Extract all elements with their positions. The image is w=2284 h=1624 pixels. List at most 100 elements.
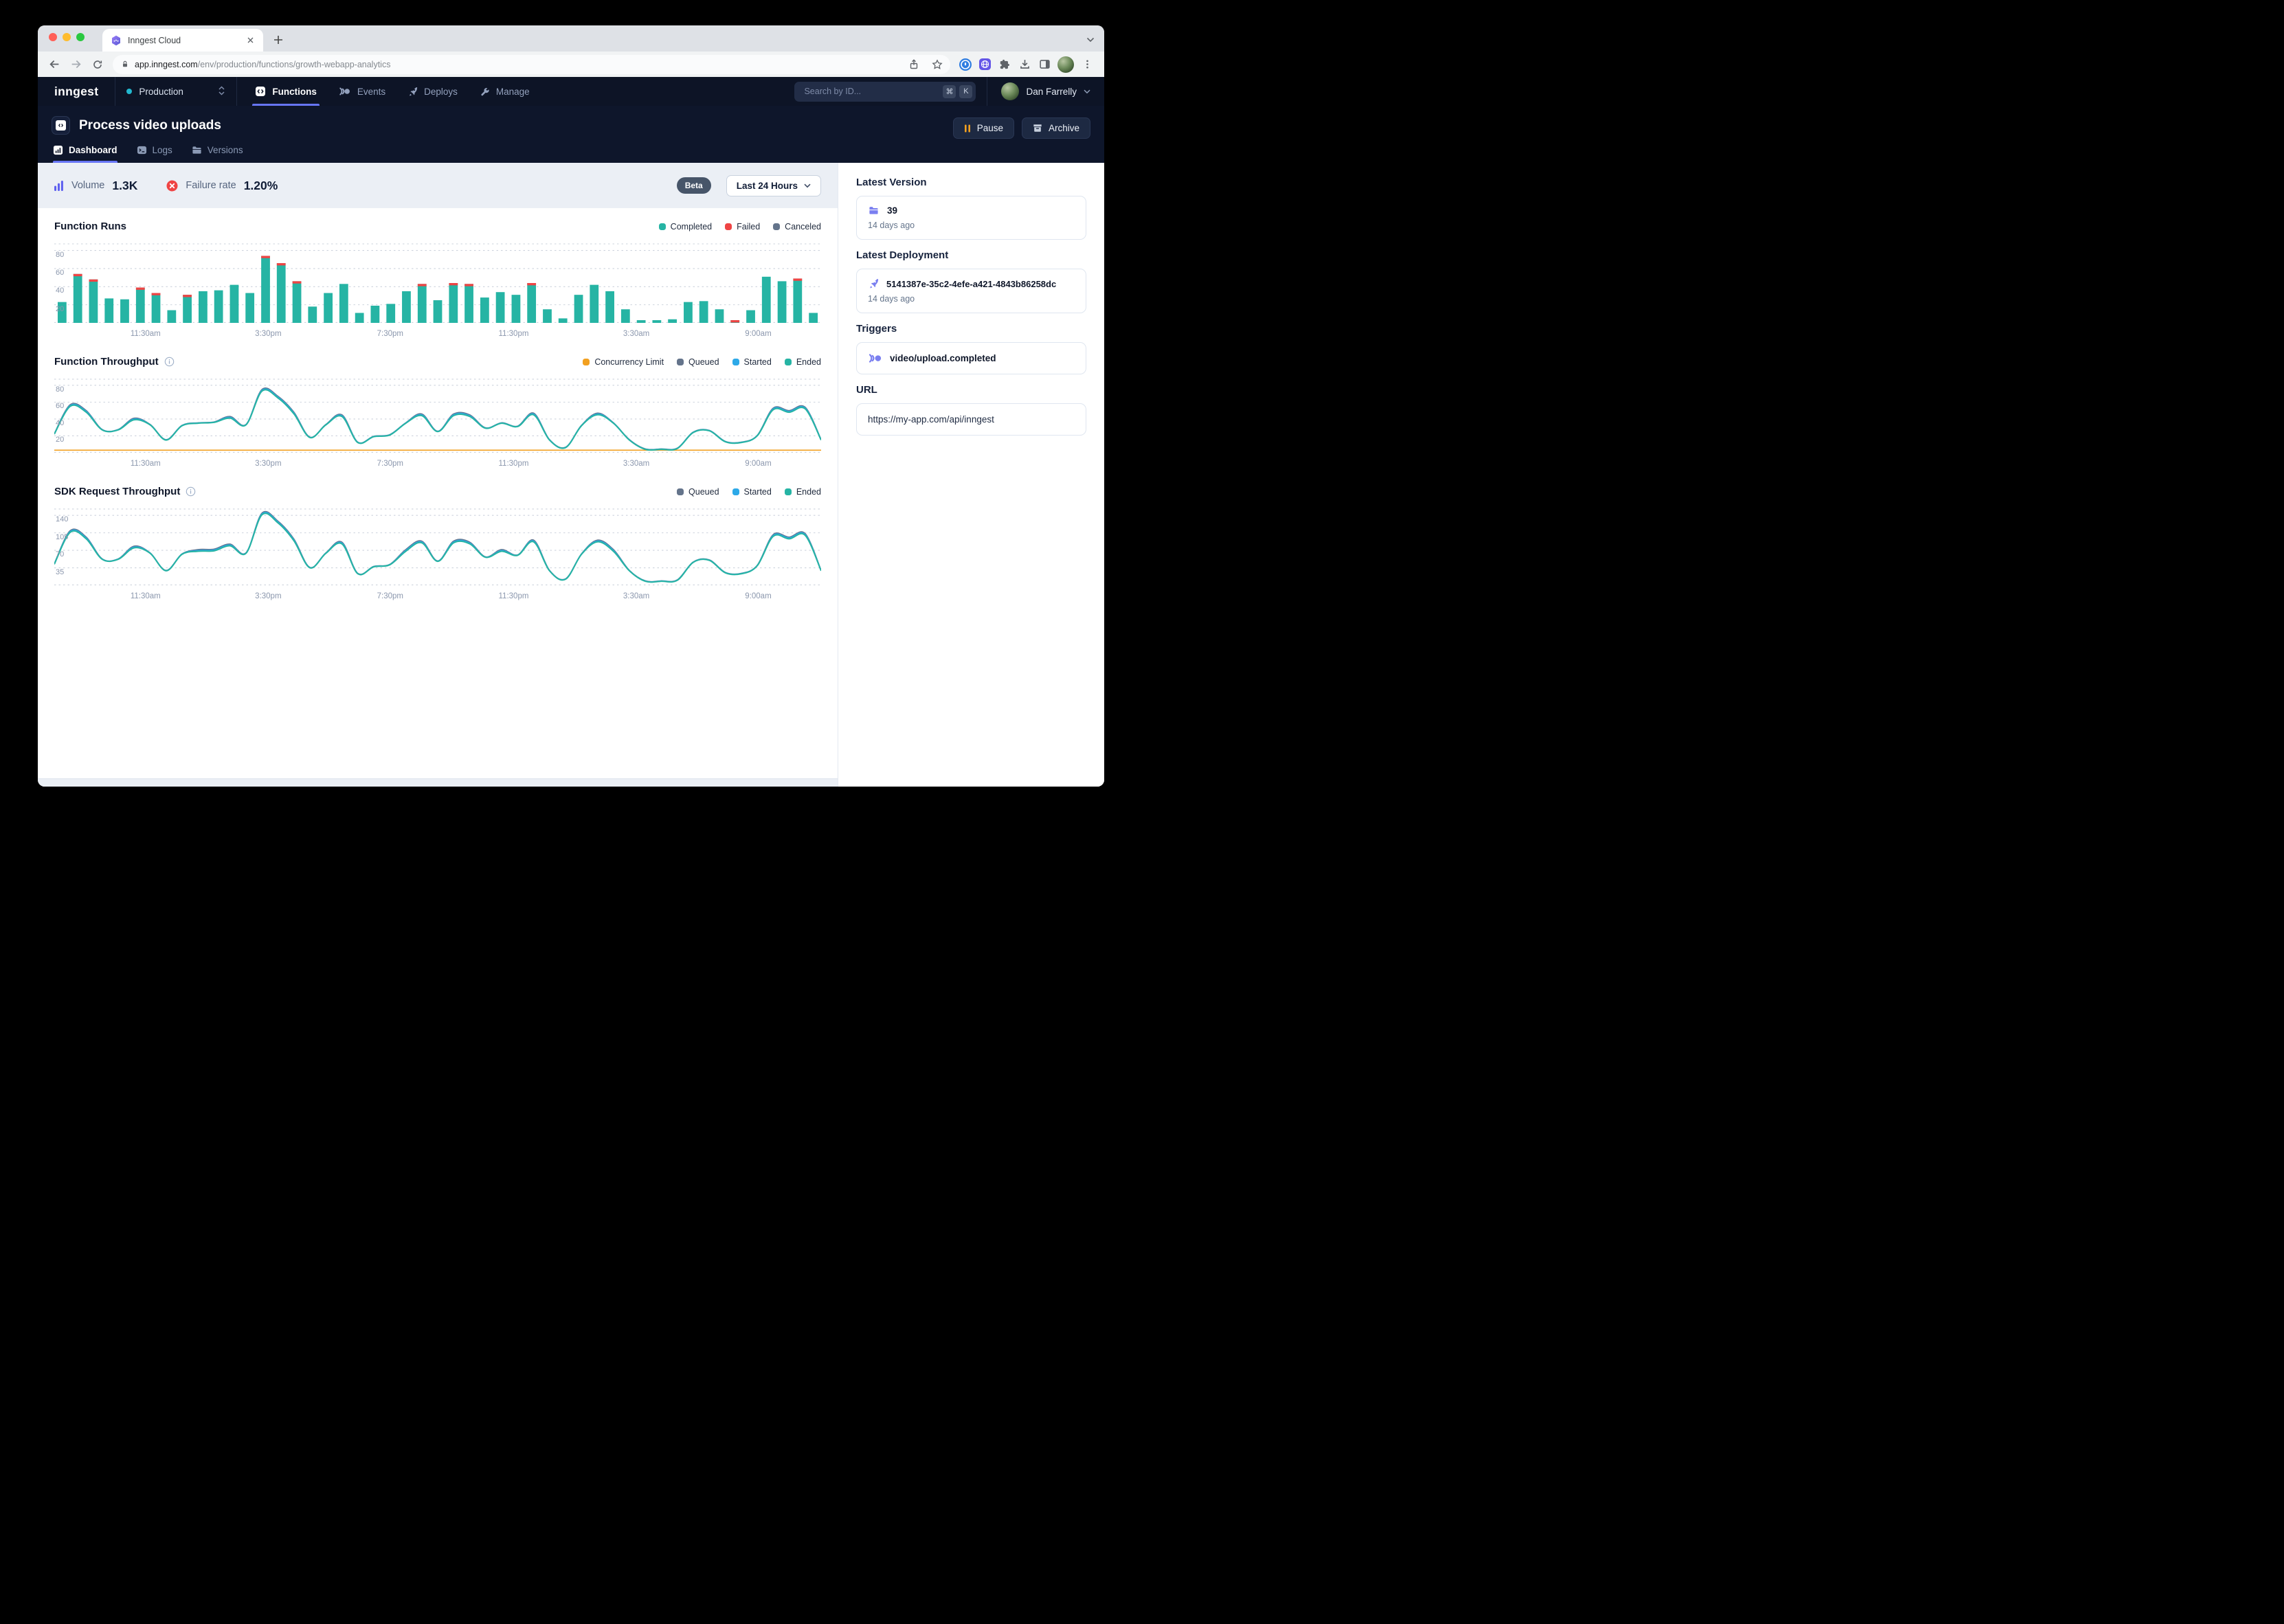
downloads-icon[interactable] [1016, 55, 1034, 74]
event-trigger-icon [868, 353, 882, 363]
dashboard-icon [53, 145, 63, 155]
legend-dot [677, 359, 684, 365]
tab-close-icon[interactable] [245, 34, 256, 46]
latest-deployment-heading: Latest Deployment [856, 249, 1086, 261]
trigger-card[interactable]: video/upload.completed [856, 342, 1086, 374]
bookmark-star-icon[interactable] [928, 56, 946, 74]
share-icon[interactable] [905, 56, 923, 74]
purple-extension-icon[interactable] [976, 55, 994, 74]
cmd-key-badge: ⌘ [943, 85, 956, 98]
nav-item-label: Events [357, 87, 385, 97]
browser-tab-strip: Inngest Cloud [38, 25, 1104, 52]
maximize-window-button[interactable] [76, 33, 85, 41]
minimize-window-button[interactable] [63, 33, 71, 41]
x-axis-labels: 11:30am3:30pm7:30pm11:30pm3:30am9:00am [54, 589, 821, 606]
browser-profile-avatar[interactable] [1057, 56, 1074, 73]
x-axis-tick: 7:30pm [377, 460, 403, 468]
legend-label: Failed [737, 222, 760, 232]
new-tab-button[interactable] [269, 30, 288, 49]
x-axis-tick: 3:30am [623, 330, 649, 338]
info-icon[interactable] [164, 357, 175, 367]
legend-item: Queued [677, 487, 719, 497]
legend-item: Queued [677, 357, 719, 367]
url-card[interactable]: https://my-app.com/api/inngest [856, 403, 1086, 436]
user-menu[interactable]: Dan Farrelly [987, 77, 1104, 106]
nav-item-events[interactable]: Events [328, 77, 396, 106]
rocket-icon [868, 278, 879, 289]
x-axis-tick: 11:30am [131, 330, 161, 338]
wrench-icon [480, 87, 490, 97]
chevron-down-icon [1084, 89, 1090, 94]
reload-icon[interactable] [87, 54, 107, 74]
volume-bars-icon [54, 181, 64, 191]
browser-tab[interactable]: Inngest Cloud [102, 29, 263, 52]
url-bar[interactable]: app.inngest.com/env/production/functions… [113, 55, 950, 74]
function-throughput-section: Function Throughput Concurrency Limit Que… [38, 343, 838, 473]
function-throughput-chart[interactable]: 20406080 [54, 379, 821, 453]
latest-version-card[interactable]: 39 14 days ago [856, 196, 1086, 240]
folder-icon [868, 205, 880, 216]
search-box[interactable]: ⌘ K [794, 82, 976, 102]
primary-nav: Functions Events Deploys Manage [237, 77, 540, 106]
latest-deployment-time: 14 days ago [868, 294, 1075, 304]
time-range-value: Last 24 Hours [737, 181, 798, 191]
x-axis-tick: 3:30pm [255, 592, 281, 600]
legend-dot [785, 359, 792, 365]
y-axis-tick: 40 [56, 420, 64, 427]
extensions-puzzle-icon[interactable] [996, 55, 1014, 74]
logs-terminal-icon [137, 145, 147, 155]
function-runs-chart[interactable]: 20406080 [54, 243, 821, 323]
volume-stat: Volume 1.3K [54, 179, 137, 193]
volume-label: Volume [71, 180, 104, 191]
legend-label: Started [744, 357, 772, 367]
tab-search-chevron-icon[interactable] [1086, 34, 1095, 46]
browser-menu-icon[interactable] [1077, 54, 1097, 74]
info-icon[interactable] [186, 486, 196, 497]
x-axis-tick: 9:00am [745, 460, 771, 468]
x-axis-tick: 3:30am [623, 592, 649, 600]
sdk-request-throughput-section: SDK Request Throughput QueuedStartedEnde… [38, 473, 838, 606]
inngest-logo[interactable]: inngest [38, 77, 115, 106]
nav-item-label: Functions [272, 87, 317, 97]
x-axis-tick: 3:30pm [255, 460, 281, 468]
legend-dot [659, 223, 666, 230]
x-axis-tick: 11:30am [131, 460, 161, 468]
y-axis-tick: 60 [56, 403, 64, 410]
inngest-favicon [111, 35, 122, 46]
pause-button[interactable]: Pause [953, 117, 1014, 139]
time-range-select[interactable]: Last 24 Hours [726, 175, 821, 196]
back-icon[interactable] [45, 54, 65, 74]
forward-icon[interactable] [66, 54, 86, 74]
chart-title: Function Throughput [54, 356, 159, 368]
legend-item: Ended [785, 487, 821, 497]
sidebar-toggle-icon[interactable] [1035, 55, 1054, 74]
tab-title: Inngest Cloud [128, 36, 238, 45]
latest-version-time: 14 days ago [868, 221, 1075, 230]
environment-switcher[interactable]: Production [115, 77, 236, 106]
browser-toolbar: app.inngest.com/env/production/functions… [38, 52, 1104, 77]
sdk-request-throughput-chart[interactable]: 3570105140 [54, 508, 821, 585]
x-axis-tick: 11:30pm [499, 592, 529, 600]
chart-legend: CompletedFailedCanceled [659, 222, 821, 232]
archive-button[interactable]: Archive [1022, 117, 1090, 139]
tab-dashboard[interactable]: Dashboard [53, 145, 117, 163]
x-axis-tick: 11:30pm [499, 330, 529, 338]
legend-dot [677, 488, 684, 495]
latest-deployment-card[interactable]: 5141387e-35c2-4efe-a421-4843b86258dc 14 … [856, 269, 1086, 313]
tab-versions[interactable]: Versions [192, 145, 243, 163]
tab-logs[interactable]: Logs [137, 145, 172, 163]
legend-item: Concurrency Limit [583, 357, 664, 367]
y-axis-tick: 35 [56, 568, 64, 576]
nav-item-functions[interactable]: Functions [244, 77, 328, 106]
legend-item: Started [732, 487, 772, 497]
search-input[interactable] [803, 86, 939, 97]
trigger-value: video/upload.completed [890, 353, 996, 363]
legend-dot [773, 223, 780, 230]
page-title: Process video uploads [79, 118, 221, 133]
legend-item: Ended [785, 357, 821, 367]
nav-item-manage[interactable]: Manage [469, 77, 541, 106]
password-manager-extension-icon[interactable] [956, 55, 974, 74]
nav-item-deploys[interactable]: Deploys [396, 77, 469, 106]
close-window-button[interactable] [49, 33, 57, 41]
failure-x-icon [166, 180, 178, 192]
